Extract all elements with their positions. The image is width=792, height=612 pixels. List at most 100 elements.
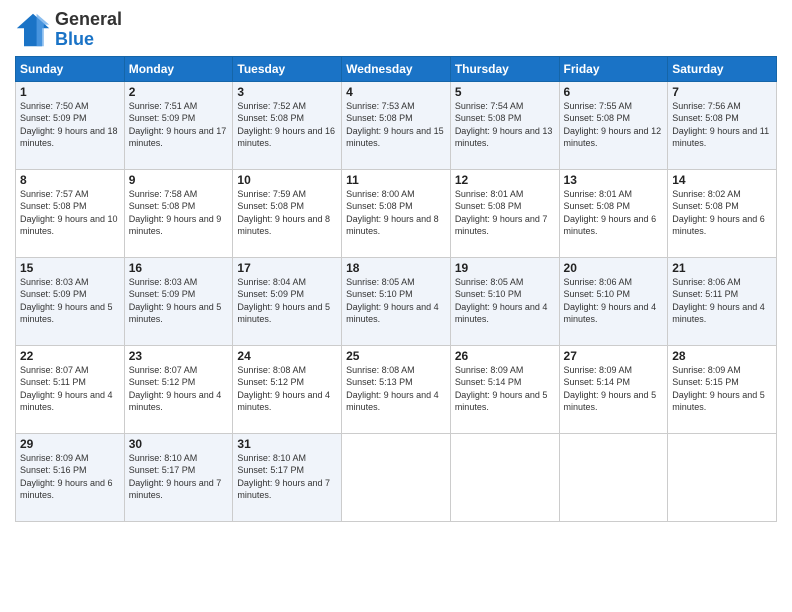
day-number: 16 [129,261,229,275]
calendar-page: General Blue SundayMondayTuesdayWednesda… [0,0,792,612]
calendar-week: 29 Sunrise: 8:09 AM Sunset: 5:16 PM Dayl… [16,433,777,521]
day-number: 23 [129,349,229,363]
calendar-cell [342,433,451,521]
day-number: 20 [564,261,664,275]
day-number: 12 [455,173,555,187]
day-number: 2 [129,85,229,99]
day-info: Sunrise: 8:05 AM Sunset: 5:10 PM Dayligh… [455,276,555,326]
day-number: 9 [129,173,229,187]
calendar-cell: 3 Sunrise: 7:52 AM Sunset: 5:08 PM Dayli… [233,81,342,169]
calendar-cell: 17 Sunrise: 8:04 AM Sunset: 5:09 PM Dayl… [233,257,342,345]
day-info: Sunrise: 7:59 AM Sunset: 5:08 PM Dayligh… [237,188,337,238]
weekday-header: Wednesday [342,56,451,81]
day-number: 17 [237,261,337,275]
day-info: Sunrise: 8:09 AM Sunset: 5:14 PM Dayligh… [455,364,555,414]
day-number: 6 [564,85,664,99]
calendar-cell: 31 Sunrise: 8:10 AM Sunset: 5:17 PM Dayl… [233,433,342,521]
day-info: Sunrise: 7:52 AM Sunset: 5:08 PM Dayligh… [237,100,337,150]
weekday-header: Tuesday [233,56,342,81]
calendar-cell: 8 Sunrise: 7:57 AM Sunset: 5:08 PM Dayli… [16,169,125,257]
day-info: Sunrise: 8:10 AM Sunset: 5:17 PM Dayligh… [237,452,337,502]
day-number: 24 [237,349,337,363]
calendar-cell: 2 Sunrise: 7:51 AM Sunset: 5:09 PM Dayli… [124,81,233,169]
calendar-cell: 21 Sunrise: 8:06 AM Sunset: 5:11 PM Dayl… [668,257,777,345]
calendar-cell: 22 Sunrise: 8:07 AM Sunset: 5:11 PM Dayl… [16,345,125,433]
calendar-cell: 7 Sunrise: 7:56 AM Sunset: 5:08 PM Dayli… [668,81,777,169]
day-number: 7 [672,85,772,99]
day-number: 26 [455,349,555,363]
logo-text: General Blue [55,10,122,50]
day-number: 29 [20,437,120,451]
day-number: 30 [129,437,229,451]
calendar-cell: 1 Sunrise: 7:50 AM Sunset: 5:09 PM Dayli… [16,81,125,169]
day-number: 13 [564,173,664,187]
calendar-cell: 9 Sunrise: 7:58 AM Sunset: 5:08 PM Dayli… [124,169,233,257]
day-info: Sunrise: 8:00 AM Sunset: 5:08 PM Dayligh… [346,188,446,238]
calendar-cell: 11 Sunrise: 8:00 AM Sunset: 5:08 PM Dayl… [342,169,451,257]
day-info: Sunrise: 8:08 AM Sunset: 5:13 PM Dayligh… [346,364,446,414]
calendar-week: 22 Sunrise: 8:07 AM Sunset: 5:11 PM Dayl… [16,345,777,433]
day-number: 11 [346,173,446,187]
logo: General Blue [15,10,122,50]
day-info: Sunrise: 8:06 AM Sunset: 5:11 PM Dayligh… [672,276,772,326]
day-number: 3 [237,85,337,99]
day-number: 27 [564,349,664,363]
day-number: 28 [672,349,772,363]
day-info: Sunrise: 8:06 AM Sunset: 5:10 PM Dayligh… [564,276,664,326]
day-number: 14 [672,173,772,187]
calendar-cell: 4 Sunrise: 7:53 AM Sunset: 5:08 PM Dayli… [342,81,451,169]
day-info: Sunrise: 8:09 AM Sunset: 5:14 PM Dayligh… [564,364,664,414]
calendar-cell [450,433,559,521]
day-number: 18 [346,261,446,275]
day-info: Sunrise: 8:03 AM Sunset: 5:09 PM Dayligh… [129,276,229,326]
calendar-cell [668,433,777,521]
calendar-cell: 27 Sunrise: 8:09 AM Sunset: 5:14 PM Dayl… [559,345,668,433]
day-number: 19 [455,261,555,275]
calendar-cell: 13 Sunrise: 8:01 AM Sunset: 5:08 PM Dayl… [559,169,668,257]
logo-icon [15,12,51,48]
calendar-cell: 18 Sunrise: 8:05 AM Sunset: 5:10 PM Dayl… [342,257,451,345]
day-info: Sunrise: 7:53 AM Sunset: 5:08 PM Dayligh… [346,100,446,150]
calendar-body: 1 Sunrise: 7:50 AM Sunset: 5:09 PM Dayli… [16,81,777,521]
calendar-cell: 14 Sunrise: 8:02 AM Sunset: 5:08 PM Dayl… [668,169,777,257]
day-info: Sunrise: 8:07 AM Sunset: 5:11 PM Dayligh… [20,364,120,414]
calendar-week: 8 Sunrise: 7:57 AM Sunset: 5:08 PM Dayli… [16,169,777,257]
day-info: Sunrise: 8:08 AM Sunset: 5:12 PM Dayligh… [237,364,337,414]
calendar-cell: 12 Sunrise: 8:01 AM Sunset: 5:08 PM Dayl… [450,169,559,257]
day-info: Sunrise: 7:55 AM Sunset: 5:08 PM Dayligh… [564,100,664,150]
day-number: 4 [346,85,446,99]
day-info: Sunrise: 7:54 AM Sunset: 5:08 PM Dayligh… [455,100,555,150]
day-number: 10 [237,173,337,187]
day-number: 25 [346,349,446,363]
calendar-header: SundayMondayTuesdayWednesdayThursdayFrid… [16,56,777,81]
day-info: Sunrise: 7:57 AM Sunset: 5:08 PM Dayligh… [20,188,120,238]
day-info: Sunrise: 7:51 AM Sunset: 5:09 PM Dayligh… [129,100,229,150]
calendar-cell: 15 Sunrise: 8:03 AM Sunset: 5:09 PM Dayl… [16,257,125,345]
calendar-cell: 30 Sunrise: 8:10 AM Sunset: 5:17 PM Dayl… [124,433,233,521]
calendar-cell: 19 Sunrise: 8:05 AM Sunset: 5:10 PM Dayl… [450,257,559,345]
day-number: 21 [672,261,772,275]
day-number: 8 [20,173,120,187]
calendar-cell: 20 Sunrise: 8:06 AM Sunset: 5:10 PM Dayl… [559,257,668,345]
calendar-cell: 25 Sunrise: 8:08 AM Sunset: 5:13 PM Dayl… [342,345,451,433]
calendar-cell: 26 Sunrise: 8:09 AM Sunset: 5:14 PM Dayl… [450,345,559,433]
calendar-cell: 29 Sunrise: 8:09 AM Sunset: 5:16 PM Dayl… [16,433,125,521]
day-number: 5 [455,85,555,99]
day-info: Sunrise: 8:09 AM Sunset: 5:15 PM Dayligh… [672,364,772,414]
day-info: Sunrise: 8:07 AM Sunset: 5:12 PM Dayligh… [129,364,229,414]
day-info: Sunrise: 7:58 AM Sunset: 5:08 PM Dayligh… [129,188,229,238]
day-info: Sunrise: 8:05 AM Sunset: 5:10 PM Dayligh… [346,276,446,326]
weekday-header: Monday [124,56,233,81]
calendar-cell: 5 Sunrise: 7:54 AM Sunset: 5:08 PM Dayli… [450,81,559,169]
day-info: Sunrise: 7:56 AM Sunset: 5:08 PM Dayligh… [672,100,772,150]
calendar-week: 1 Sunrise: 7:50 AM Sunset: 5:09 PM Dayli… [16,81,777,169]
weekday-row: SundayMondayTuesdayWednesdayThursdayFrid… [16,56,777,81]
calendar-week: 15 Sunrise: 8:03 AM Sunset: 5:09 PM Dayl… [16,257,777,345]
calendar-cell: 24 Sunrise: 8:08 AM Sunset: 5:12 PM Dayl… [233,345,342,433]
day-info: Sunrise: 8:01 AM Sunset: 5:08 PM Dayligh… [564,188,664,238]
calendar-cell: 6 Sunrise: 7:55 AM Sunset: 5:08 PM Dayli… [559,81,668,169]
day-info: Sunrise: 8:10 AM Sunset: 5:17 PM Dayligh… [129,452,229,502]
day-info: Sunrise: 8:01 AM Sunset: 5:08 PM Dayligh… [455,188,555,238]
weekday-header: Sunday [16,56,125,81]
day-number: 31 [237,437,337,451]
